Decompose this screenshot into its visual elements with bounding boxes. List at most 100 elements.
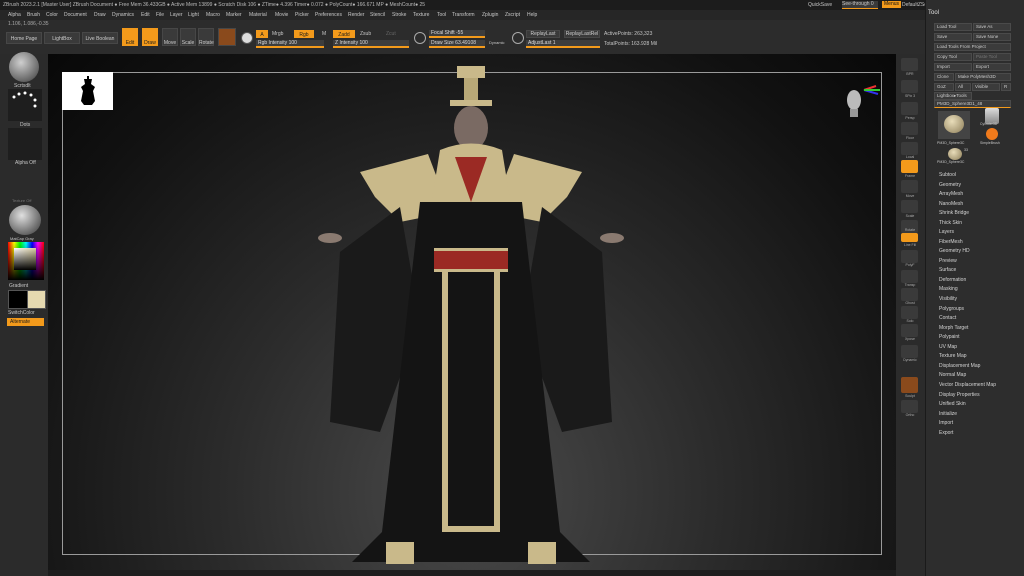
z-intensity-slider[interactable]: Z Intensity 100 xyxy=(333,40,409,48)
subpalette-shrink-bridge[interactable]: Shrink Bridge xyxy=(939,210,969,216)
menu-material[interactable]: Material xyxy=(249,12,267,18)
menu-draw[interactable]: Draw xyxy=(94,12,106,18)
goz-visible-button[interactable]: Visible xyxy=(972,83,1000,91)
navigation-head-gizmo[interactable] xyxy=(842,80,880,117)
subpalette-uv-map[interactable]: UV Map xyxy=(939,344,957,350)
tool-thumb-sphere-small[interactable] xyxy=(948,148,962,160)
menu-brush[interactable]: Brush xyxy=(27,12,40,18)
subpalette-import[interactable]: Import xyxy=(939,420,953,426)
subpalette-thick-skin[interactable]: Thick Skin xyxy=(939,220,962,226)
zadd-toggle[interactable]: Zadd xyxy=(333,30,355,38)
local-button[interactable] xyxy=(901,142,918,155)
live-boolean-button[interactable]: Live Boolean xyxy=(82,32,118,44)
see-through-slider[interactable]: See-through 0 xyxy=(842,1,878,9)
subpalette-visibility[interactable]: Visibility xyxy=(939,296,957,302)
sphere-icon[interactable] xyxy=(241,32,253,44)
lightbox-button[interactable]: LightBox xyxy=(44,32,80,44)
stroke-thumbnail[interactable] xyxy=(8,89,42,121)
secondary-color-swatch[interactable] xyxy=(27,290,46,309)
paste-tool-button[interactable]: Paste Tool xyxy=(973,53,1011,61)
edit-button[interactable]: Edit xyxy=(122,28,138,46)
menu-stencil[interactable]: Stencil xyxy=(370,12,385,18)
subpalette-geometry-hd[interactable]: Geometry HD xyxy=(939,248,970,254)
subpalette-displacement-map[interactable]: Displacement Map xyxy=(939,363,980,369)
subpalette-deformation[interactable]: Deformation xyxy=(939,277,966,283)
color-picker-square[interactable] xyxy=(14,248,36,270)
spix-button[interactable] xyxy=(901,80,918,93)
menu-movie[interactable]: Movie xyxy=(275,12,288,18)
menu-alpha[interactable]: Alpha xyxy=(8,12,21,18)
load-tool-button[interactable]: Load Tool xyxy=(934,23,972,31)
subpalette-preview[interactable]: Preview xyxy=(939,258,957,264)
mrgb-toggle[interactable]: Mrgb xyxy=(272,31,283,37)
current-tool-slider[interactable]: PM3D_Sphere3D1_48 xyxy=(934,100,1011,108)
menu-marker[interactable]: Marker xyxy=(226,12,242,18)
persp-button[interactable] xyxy=(901,102,918,115)
subpalette-subtool[interactable]: Subtool xyxy=(939,172,956,178)
floor-button[interactable] xyxy=(901,122,918,135)
menu-texture[interactable]: Texture xyxy=(413,12,429,18)
goz-all-button[interactable]: All xyxy=(955,83,971,91)
subpalette-fibermesh[interactable]: FiberMesh xyxy=(939,239,963,245)
menu-stroke[interactable]: Stroke xyxy=(392,12,406,18)
replay-last-button[interactable]: ReplayLast xyxy=(526,30,560,38)
dynamic-view-button[interactable] xyxy=(901,345,918,358)
quicksave-button[interactable]: QuickSave xyxy=(808,2,832,8)
rotate-button[interactable]: Rotate xyxy=(198,28,214,46)
subpalette-masking[interactable]: Masking xyxy=(939,286,958,292)
brush-mode-icon[interactable] xyxy=(218,28,236,46)
transp-button[interactable] xyxy=(901,270,918,283)
subpalette-normal-map[interactable]: Normal Map xyxy=(939,372,966,378)
subpalette-nanomesh[interactable]: NanoMesh xyxy=(939,201,963,207)
subpalette-arraymesh[interactable]: ArrayMesh xyxy=(939,191,963,197)
subpalette-surface[interactable]: Surface xyxy=(939,267,956,273)
subpalette-unified-skin[interactable]: Unified Skin xyxy=(939,401,966,407)
scale-view-button[interactable] xyxy=(901,200,918,213)
subpalette-display-properties[interactable]: Display Properties xyxy=(939,392,980,398)
zsub-toggle[interactable]: Zsub xyxy=(360,31,371,37)
save-button[interactable]: Save xyxy=(934,33,972,41)
subpalette-geometry[interactable]: Geometry xyxy=(939,182,961,188)
menu-zscript[interactable]: Zscript xyxy=(505,12,520,18)
clone-button[interactable]: Clone xyxy=(934,73,954,81)
menu-color[interactable]: Color xyxy=(46,12,58,18)
subpalette-initialize[interactable]: Initialize xyxy=(939,411,957,417)
xpose-button[interactable] xyxy=(901,324,918,337)
menu-light[interactable]: Light xyxy=(188,12,199,18)
menu-preferences[interactable]: Preferences xyxy=(315,12,342,18)
rgb-toggle[interactable]: Rgb xyxy=(294,30,314,38)
menu-render[interactable]: Render xyxy=(348,12,364,18)
polyf-button[interactable] xyxy=(901,250,918,263)
subpalette-contact[interactable]: Contact xyxy=(939,315,956,321)
move-view-button[interactable] xyxy=(901,180,918,193)
focal-shift-slider[interactable]: Focal Shift -55 xyxy=(429,30,485,38)
draw-size-slider[interactable]: Draw Size 63.49108 xyxy=(429,40,485,48)
goz-button[interactable]: GoZ xyxy=(934,83,954,91)
menu-document[interactable]: Document xyxy=(64,12,87,18)
draw-button[interactable]: Draw xyxy=(142,28,158,46)
bpr-button[interactable] xyxy=(901,58,918,71)
gradient-label[interactable]: Gradient xyxy=(9,283,28,289)
lightbox-tools-button[interactable]: Lightbox▸Tools xyxy=(934,92,972,100)
menu-macro[interactable]: Macro xyxy=(206,12,220,18)
menu-tool[interactable]: Tool xyxy=(437,12,446,18)
frame-button[interactable] xyxy=(901,160,918,173)
home-page-button[interactable]: Home Page xyxy=(6,32,42,44)
solo-button[interactable] xyxy=(901,306,918,319)
save-none-button[interactable]: Save None xyxy=(973,33,1011,41)
scale-button[interactable]: Scale xyxy=(180,28,196,46)
subpalette-morph-target[interactable]: Morph Target xyxy=(939,325,968,331)
material-thumbnail[interactable] xyxy=(9,205,41,235)
ghost-button[interactable] xyxy=(901,288,918,301)
subpalette-polypaint[interactable]: Polypaint xyxy=(939,334,960,340)
tool-thumb-sphere[interactable] xyxy=(938,111,970,139)
menu-edit[interactable]: Edit xyxy=(141,12,150,18)
subpalette-layers[interactable]: Layers xyxy=(939,229,954,235)
brush-thumbnail[interactable] xyxy=(9,52,39,82)
alpha-thumbnail[interactable] xyxy=(8,128,42,160)
make-polymesh-button[interactable]: Make PolyMesh3D xyxy=(955,73,1011,81)
symmetry-icon[interactable] xyxy=(414,32,426,44)
subpalette-vector-displacement-map[interactable]: Vector Displacement Map xyxy=(939,382,996,388)
silhouette-navigator[interactable] xyxy=(62,72,113,110)
subpalette-export[interactable]: Export xyxy=(939,430,953,436)
